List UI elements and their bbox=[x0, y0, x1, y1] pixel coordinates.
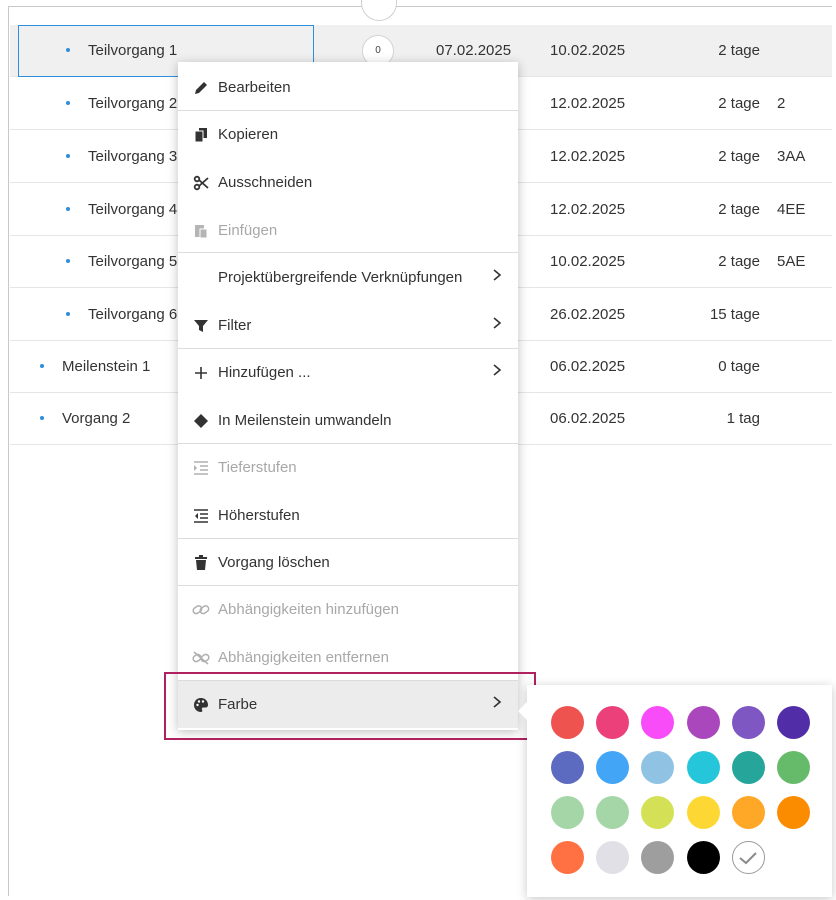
color-swatch[interactable] bbox=[686, 796, 720, 829]
bullet-icon bbox=[66, 312, 70, 317]
chevron-right-icon bbox=[492, 302, 502, 349]
color-swatch[interactable] bbox=[596, 796, 630, 829]
menu-item-copy[interactable]: Kopieren bbox=[178, 111, 518, 158]
end-date: 26.02.2025 bbox=[550, 306, 626, 323]
trash-icon bbox=[192, 539, 210, 586]
outdent-icon bbox=[192, 492, 210, 539]
duration: 2 tage bbox=[718, 148, 760, 165]
highlight-frame bbox=[164, 672, 536, 740]
menu-item-add-dependencies[interactable]: Abhängigkeiten hinzufügen bbox=[178, 586, 518, 633]
task-name: Teilvorgang 2 bbox=[88, 95, 178, 112]
bullet-icon bbox=[40, 416, 44, 421]
duration: 0 tage bbox=[718, 358, 760, 375]
scissors-icon bbox=[192, 159, 210, 206]
task-name: Vorgang 2 bbox=[62, 410, 131, 427]
color-swatch[interactable] bbox=[731, 706, 765, 739]
pencil-icon bbox=[192, 64, 210, 111]
end-date: 12.02.2025 bbox=[550, 148, 626, 165]
menu-item-delete[interactable]: Vorgang löschen bbox=[178, 539, 518, 586]
end-date: 06.02.2025 bbox=[550, 358, 626, 375]
check-icon bbox=[739, 851, 758, 864]
menu-item-filter[interactable]: Filter bbox=[178, 302, 518, 349]
color-swatch[interactable] bbox=[641, 751, 675, 784]
color-swatch[interactable] bbox=[686, 751, 720, 784]
color-palette bbox=[518, 685, 832, 897]
task-name: Teilvorgang 3 bbox=[88, 148, 178, 165]
color-swatch[interactable] bbox=[596, 751, 630, 784]
menu-item-convert-milestone[interactable]: In Meilenstein umwandeln bbox=[178, 397, 518, 444]
menu-item-indent[interactable]: Tieferstufen bbox=[178, 444, 518, 491]
color-swatch[interactable] bbox=[551, 796, 584, 829]
color-swatch[interactable] bbox=[777, 796, 810, 829]
color-swatch[interactable] bbox=[551, 841, 584, 874]
color-swatch[interactable] bbox=[641, 841, 675, 874]
paste-icon bbox=[192, 207, 210, 254]
diamond-icon bbox=[192, 397, 210, 444]
task-name: Teilvorgang 6 bbox=[88, 306, 178, 323]
color-swatch[interactable] bbox=[596, 706, 630, 739]
duration: 2 tage bbox=[718, 42, 760, 59]
task-name: Teilvorgang 4 bbox=[88, 201, 178, 218]
predecessor: 2 bbox=[777, 95, 786, 112]
filter-icon bbox=[192, 302, 210, 349]
bullet-icon bbox=[40, 364, 44, 369]
context-menu: Bearbeiten Kopieren Ausschneiden Einfüge… bbox=[178, 62, 518, 730]
menu-divider bbox=[178, 252, 518, 253]
end-date: 12.02.2025 bbox=[550, 95, 626, 112]
color-swatch[interactable] bbox=[686, 706, 720, 739]
color-swatch[interactable] bbox=[777, 751, 810, 784]
color-swatch[interactable] bbox=[731, 796, 765, 829]
color-swatch[interactable] bbox=[641, 796, 675, 829]
flyout-pointer bbox=[518, 701, 528, 721]
color-swatch[interactable] bbox=[551, 706, 584, 739]
end-date: 06.02.2025 bbox=[550, 410, 626, 427]
header-circle bbox=[361, 0, 397, 21]
duration: 2 tage bbox=[718, 253, 760, 270]
predecessor: 3AA bbox=[777, 148, 806, 165]
menu-item-cut[interactable]: Ausschneiden bbox=[178, 159, 518, 206]
color-swatch[interactable] bbox=[777, 706, 810, 739]
chevron-right-icon bbox=[492, 349, 502, 396]
bullet-icon bbox=[66, 259, 70, 264]
color-swatch[interactable] bbox=[551, 751, 584, 784]
copy-icon bbox=[192, 111, 210, 158]
menu-item-cross-project-links[interactable]: Projektübergreifende Verknüpfungen bbox=[178, 254, 518, 301]
predecessor: 4EE bbox=[777, 201, 806, 218]
color-swatch[interactable] bbox=[641, 706, 675, 739]
menu-item-add[interactable]: Hinzufügen ... bbox=[178, 349, 518, 396]
end-date: 12.02.2025 bbox=[550, 201, 626, 218]
predecessor: 5AE bbox=[777, 253, 806, 270]
duration: 2 tage bbox=[718, 201, 760, 218]
color-swatch[interactable] bbox=[686, 841, 720, 874]
task-name: Teilvorgang 5 bbox=[88, 253, 178, 270]
menu-item-edit[interactable]: Bearbeiten bbox=[178, 64, 518, 111]
menu-item-outdent[interactable]: Höherstufen bbox=[178, 492, 518, 539]
end-date: 10.02.2025 bbox=[550, 42, 626, 59]
color-swatch[interactable] bbox=[731, 751, 765, 784]
duration: 2 tage bbox=[718, 95, 760, 112]
color-swatch[interactable] bbox=[596, 841, 630, 874]
duration: 15 tage bbox=[709, 306, 760, 323]
bullet-icon bbox=[66, 101, 70, 106]
chevron-right-icon bbox=[492, 254, 502, 301]
menu-item-paste[interactable]: Einfügen bbox=[178, 207, 518, 254]
task-name: Meilenstein 1 bbox=[62, 358, 151, 375]
link-icon bbox=[192, 586, 210, 633]
end-date: 10.02.2025 bbox=[550, 253, 626, 270]
bullet-icon bbox=[66, 207, 70, 212]
no-color-swatch[interactable] bbox=[731, 841, 765, 874]
bullet-icon bbox=[66, 154, 70, 159]
plus-icon bbox=[192, 349, 210, 396]
indent-icon bbox=[192, 444, 210, 491]
duration: 1 tag bbox=[726, 410, 760, 427]
